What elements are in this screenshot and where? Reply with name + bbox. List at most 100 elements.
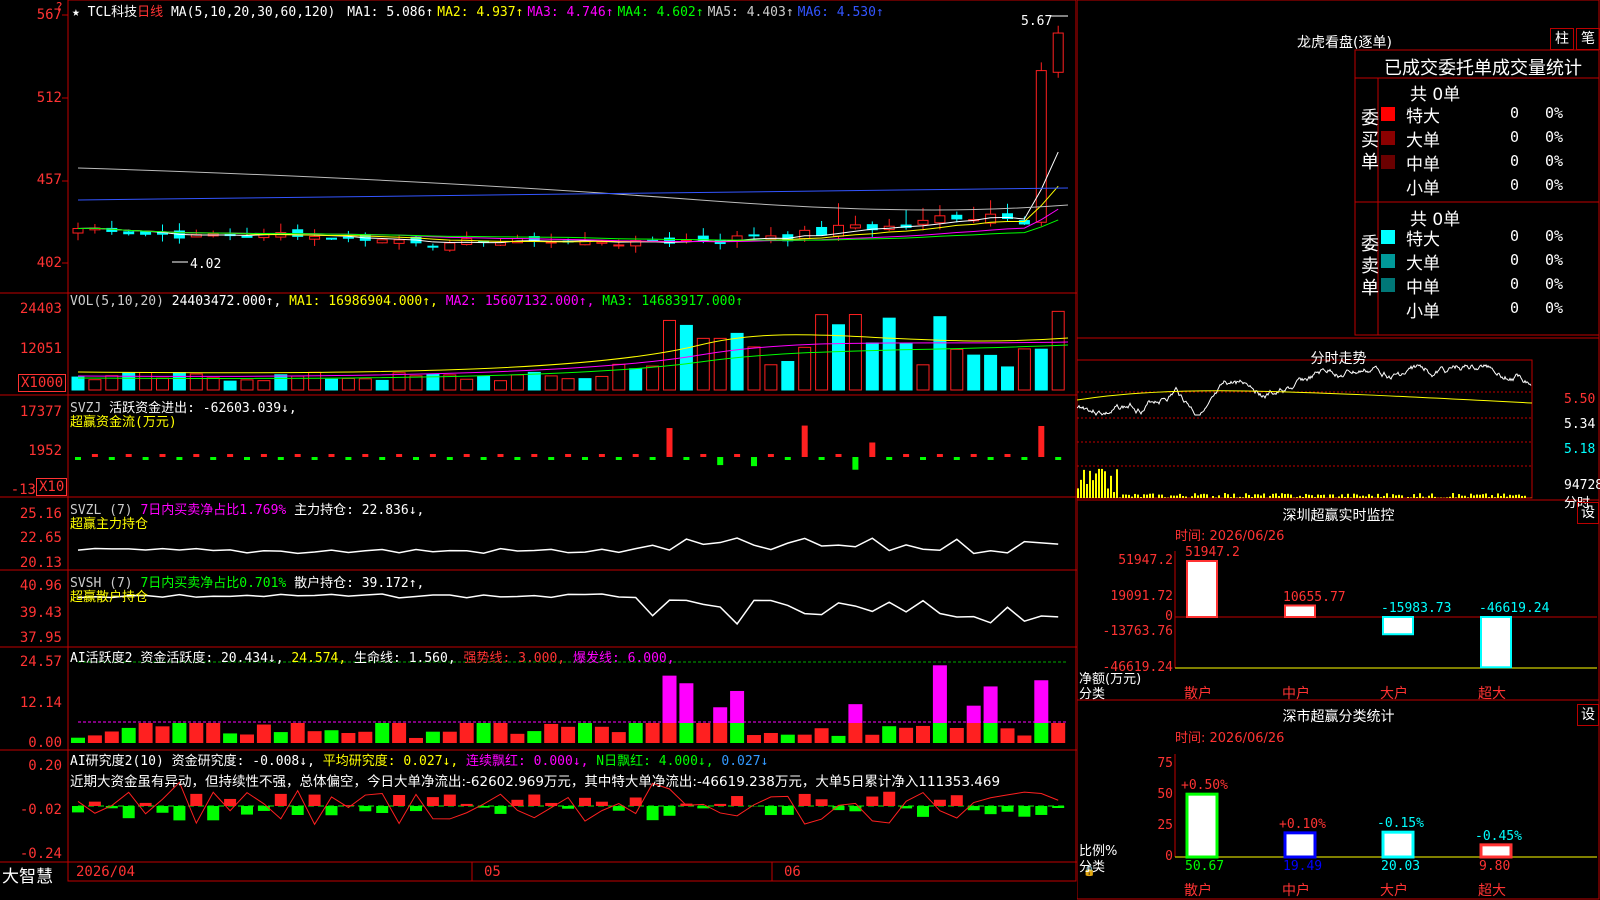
fund-flow-bar: [227, 454, 234, 457]
retail-holding-line: [77, 593, 1059, 626]
ai-burst-line: 爆发线: 6.000,: [572, 651, 675, 666]
tick-mode-button[interactable]: 笔: [1576, 28, 1600, 50]
y-tick: 37.95: [19, 630, 62, 646]
research-bar: [629, 797, 642, 806]
svsh-ratio: 7日内买卖净占比0.701%: [140, 576, 287, 591]
y-tick: 12.14: [19, 695, 62, 711]
fund-flow-bar: [615, 457, 622, 460]
order-size-name: 特大: [1406, 107, 1440, 127]
volume-bar: [527, 371, 541, 391]
fund-flow-bar: [565, 454, 572, 457]
fund-flow-bar: [869, 442, 876, 457]
ma-value-5: MA5: 4.403↑: [707, 5, 794, 20]
fund-flow-bar: [244, 457, 250, 460]
fund-flow-bar: [987, 457, 994, 460]
order-size-name: 小单: [1406, 302, 1440, 322]
stock-name[interactable]: TCL科技: [88, 5, 137, 20]
fund-flow-bar: [159, 454, 166, 457]
y-tick: 50: [1157, 787, 1173, 802]
fund-flow-bar: [953, 457, 960, 460]
sz-class-settings-button[interactable]: 设: [1577, 704, 1599, 726]
category-label: 散户: [1184, 883, 1212, 899]
volume-bar: [646, 365, 660, 391]
activity-bar-low: [1051, 723, 1066, 743]
activity-bar-low: [578, 723, 592, 743]
order-count: 0: [1510, 104, 1520, 122]
buy-orders-label: 委买单: [1361, 108, 1379, 173]
research-bar: [815, 799, 828, 806]
fund-flow-bar: [379, 457, 386, 460]
svzl-sub: 超赢主力持仓: [70, 517, 149, 532]
order-percent: 0%: [1545, 275, 1564, 293]
sz-monitor-settings-button[interactable]: 设: [1577, 502, 1599, 524]
order-color-swatch: [1381, 131, 1395, 145]
category-label: 大户: [1380, 686, 1408, 702]
volume-bar: [713, 337, 727, 391]
period-label[interactable]: 日线: [137, 5, 163, 20]
volume-bar: [1001, 366, 1014, 391]
vol-unit-label[interactable]: X1000: [18, 374, 67, 392]
y-tick: 19091.72: [1110, 589, 1173, 604]
order-color-swatch: [1381, 230, 1395, 244]
activity-bar-low: [425, 731, 440, 743]
dragon-stats-title[interactable]: 已成交委托单成交量统计: [1384, 54, 1582, 80]
bar-mode-button[interactable]: 柱: [1550, 28, 1574, 50]
fund-flow-bar: [176, 457, 183, 460]
category-label: 中户: [1282, 883, 1310, 899]
volume-bar: [341, 377, 355, 391]
y-tick: -0.02: [19, 802, 62, 818]
bar-value-label: 19.49: [1283, 859, 1323, 874]
month-label-05: 05: [484, 864, 501, 880]
activity-bar-low: [932, 723, 947, 743]
research-bar: [156, 806, 169, 813]
order-count: 0: [1510, 275, 1520, 293]
fund-flow-bar: [835, 454, 842, 457]
order-percent: 0%: [1545, 152, 1564, 170]
volume-bar: [899, 343, 913, 391]
brand-label[interactable]: 大智慧: [2, 862, 53, 887]
order-size-name: 大单: [1406, 131, 1440, 151]
order-size-name: 大单: [1406, 254, 1440, 274]
activity-bar-high: [1034, 680, 1049, 723]
ai-strong-line: 强势线: 3.000,: [463, 651, 566, 666]
y-tick: 0: [1165, 609, 1173, 624]
volume-bar: [122, 372, 136, 391]
activity-bar-low: [121, 727, 136, 743]
svzj-unit-label[interactable]: X10: [36, 478, 68, 496]
activity-bar-low: [561, 726, 576, 743]
volume-bar: [409, 375, 423, 391]
bar-change-label: +0.10%: [1279, 816, 1326, 832]
research-bar: [1018, 806, 1031, 817]
y-tick: 1952: [28, 443, 62, 459]
bar-value-label: 51947.2: [1185, 545, 1240, 560]
fund-flow-bar: [784, 457, 791, 460]
activity-bar-low: [645, 723, 660, 743]
volume-bar: [206, 377, 220, 391]
fund-flow-bar: [818, 457, 825, 460]
fund-flow-bar: [734, 454, 741, 457]
candle-body: [123, 231, 135, 235]
order-count: 0: [1510, 299, 1520, 317]
activity-bar-low: [1017, 735, 1032, 743]
activity-bar-low: [730, 723, 745, 743]
research-bar: [764, 806, 777, 816]
volume-bar: [477, 375, 491, 391]
fund-flow-bar: [311, 457, 318, 460]
fund-flow-bar: [193, 454, 200, 457]
candle-body: [427, 245, 439, 248]
research-bar: [291, 806, 304, 815]
research-bar: [883, 791, 896, 806]
order-color-swatch: [1381, 107, 1395, 121]
activity-bar-low: [341, 733, 356, 743]
fund-flow-bar: [514, 457, 521, 460]
research-bar: [460, 803, 473, 806]
fund-flow-bar: [852, 457, 859, 470]
fund-flow-bar: [142, 457, 149, 460]
research-bar: [308, 794, 321, 806]
research-bar: [612, 806, 625, 811]
volume-bar: [1051, 310, 1065, 391]
category-label: 散户: [1184, 686, 1212, 702]
research-bar: [866, 796, 879, 806]
fund-flow-bar: [649, 457, 656, 460]
activity-bar-low: [916, 725, 930, 743]
